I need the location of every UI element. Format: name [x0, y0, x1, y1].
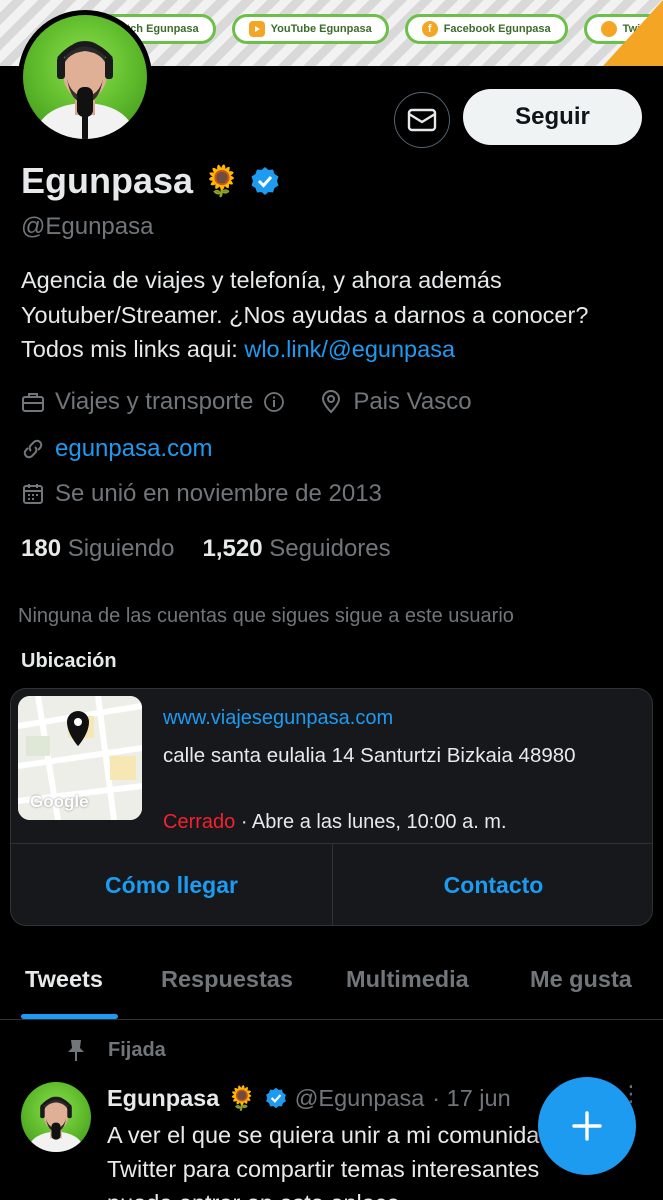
tweet-author-avatar[interactable] [21, 1082, 91, 1152]
banner-pill-label: YouTube Egunpasa [270, 23, 372, 35]
contact-button[interactable]: Contacto [332, 844, 652, 925]
tweet-header: Egunpasa 🌻 @Egunpasa · 17 jun [107, 1084, 511, 1112]
pinned-label: Fijada [108, 1038, 166, 1061]
profile-category: Viajes y transporte [55, 388, 254, 415]
pin-icon [68, 1040, 84, 1061]
business-opening-time: · Abre a las lunes, 10:00 a. m. [235, 811, 507, 833]
profile-joined-date: Se unió en noviembre de 2013 [55, 480, 382, 507]
person-with-microphone-image [37, 41, 133, 139]
verified-badge-icon [265, 1087, 286, 1109]
profile-tabs: Tweets Respuestas Multimedia Me gusta [0, 950, 663, 1020]
tweet-author-name[interactable]: Egunpasa [107, 1085, 219, 1112]
profile-location: Pais Vasco [353, 388, 472, 415]
tweet-line: puede entrar en este enlace [107, 1186, 663, 1200]
no-mutual-followers-text: Ninguna de las cuentas que sigues sigue … [18, 605, 514, 627]
followers-count: 1,520 [202, 535, 263, 562]
follow-button[interactable]: Seguir [463, 89, 642, 145]
location-card: Google www.viajesegunpasa.com calle sant… [10, 688, 653, 926]
profile-bio: Agencia de viajes y telefonía, y ahora a… [21, 263, 651, 367]
banner-corner-decoration [603, 0, 663, 66]
verified-badge-icon[interactable] [250, 166, 280, 196]
tab-replies[interactable]: Respuestas [161, 966, 293, 993]
banner-pill-label: Facebook Egunpasa [443, 23, 551, 35]
business-website-link[interactable]: www.viajesegunpasa.com [163, 707, 393, 730]
youtube-icon [248, 21, 265, 37]
envelope-icon [407, 108, 437, 132]
follow-counts: 180 Siguiendo 1,520 Seguidores [21, 535, 391, 563]
person-with-microphone-image [28, 1096, 84, 1152]
business-hours: Cerrado · Abre a las lunes, 10:00 a. m. [163, 811, 507, 834]
sunflower-emoji: 🌻 [203, 164, 241, 198]
following-label: Siguiendo [67, 535, 175, 562]
display-name: Egunpasa [21, 160, 194, 201]
map-google-label: Google [30, 792, 89, 811]
bio-link[interactable]: wlo.link/@egunpasa [244, 336, 455, 362]
tab-media[interactable]: Multimedia [346, 966, 469, 993]
followers-count-link[interactable]: 1,520 Seguidores [202, 535, 390, 563]
banner-pill-youtube: YouTube Egunpasa [231, 14, 389, 44]
tweet-author-handle: @Egunpasa [294, 1084, 425, 1111]
link-icon [23, 439, 43, 459]
following-count-link[interactable]: 180 Siguiendo [21, 535, 174, 563]
location-card-actions: Cómo llegar Contacto [11, 843, 652, 925]
location-section-title: Ubicación [21, 650, 117, 672]
directions-button[interactable]: Cómo llegar [11, 844, 332, 925]
briefcase-icon [22, 393, 44, 412]
map-thumbnail[interactable]: Google [18, 696, 142, 820]
profile-name: Egunpasa 🌻 [21, 160, 280, 202]
calendar-icon [23, 484, 43, 504]
tweet-date: · 17 jun [432, 1084, 511, 1111]
facebook-icon: f [421, 21, 438, 37]
plus-icon [572, 1111, 602, 1141]
tab-likes[interactable]: Me gusta [530, 966, 632, 993]
profile-avatar[interactable] [18, 10, 152, 144]
followers-label: Seguidores [269, 535, 391, 562]
profile-handle: @Egunpasa [21, 213, 154, 240]
active-tab-indicator [21, 1014, 118, 1019]
message-button[interactable] [394, 92, 450, 148]
compose-tweet-button[interactable] [538, 1077, 636, 1175]
following-count: 180 [21, 535, 62, 562]
avatar-image [23, 15, 147, 139]
profile-meta-website: egunpasa.com [21, 435, 212, 463]
sunflower-emoji: 🌻 [227, 1085, 257, 1111]
business-status: Cerrado [163, 811, 236, 833]
pinned-indicator: Fijada [66, 1038, 166, 1062]
info-icon[interactable] [263, 391, 285, 413]
profile-website-link[interactable]: egunpasa.com [55, 435, 212, 463]
tab-tweets[interactable]: Tweets [25, 966, 103, 993]
business-address: calle santa eulalia 14 Santurtzi Bizkaia… [163, 744, 576, 767]
banner-pill-facebook: f Facebook Egunpasa [404, 14, 568, 44]
profile-meta-category-location: Viajes y transporte Pais Vasco [21, 388, 472, 416]
location-pin-icon [322, 390, 341, 414]
profile-meta-joined: Se unió en noviembre de 2013 [21, 480, 382, 508]
